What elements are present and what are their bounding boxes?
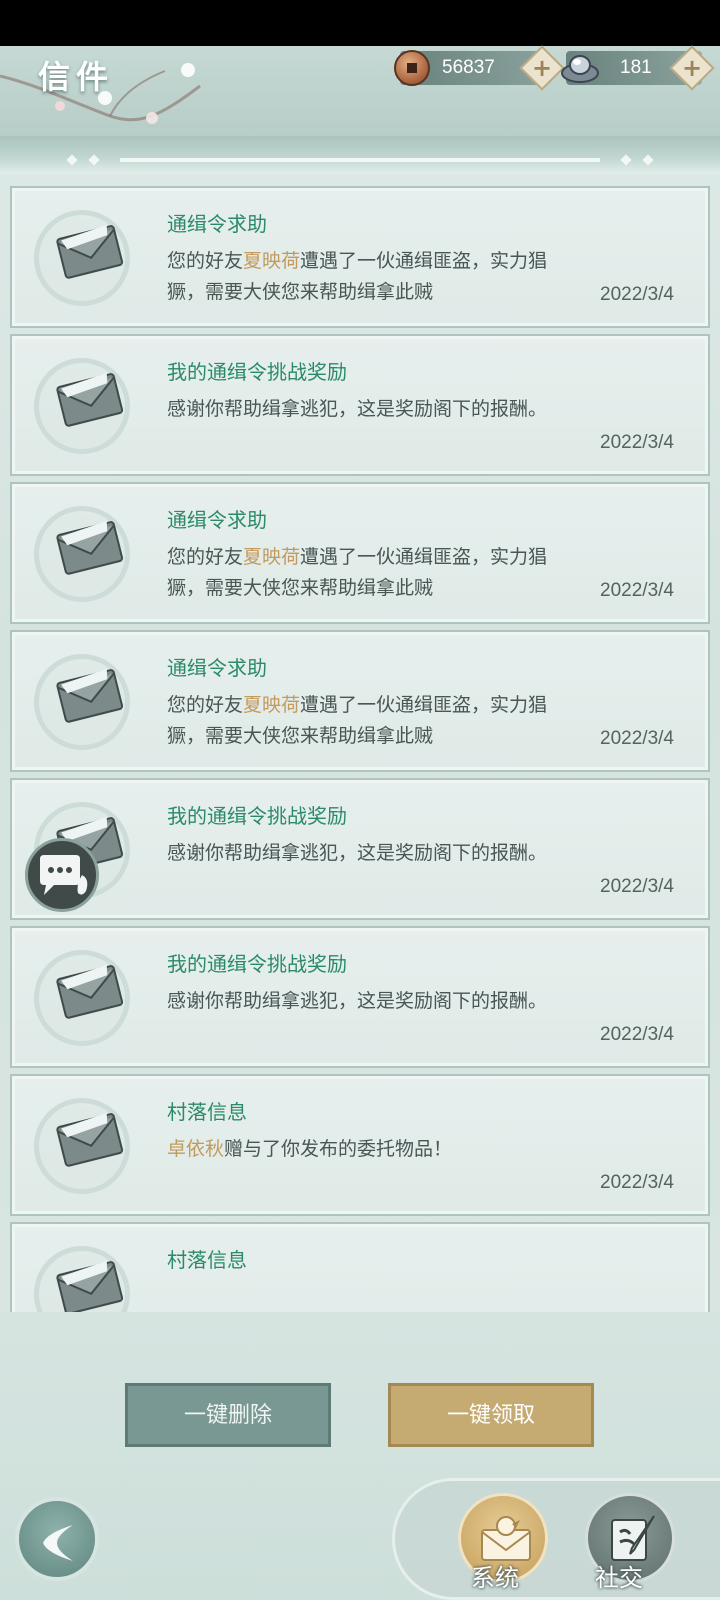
envelope-icon: [56, 965, 124, 1019]
mail-date: 2022/3/4: [600, 1024, 674, 1045]
back-button[interactable]: [15, 1497, 99, 1581]
mail-title: 通缉令求助: [167, 656, 267, 680]
plum-branch-decoration: [0, 63, 201, 124]
mail-body: 您的好友夏映荷遭遇了一伙通缉匪盗，实力猖獗，需要大侠您来帮助缉拿此贼: [167, 246, 567, 308]
mail-body: 感谢你帮助缉拿逃犯，这是奖励阁下的报酬。: [167, 394, 567, 425]
mail-title: 我的通缉令挑战奖励: [167, 952, 347, 976]
divider-ornament: [88, 154, 100, 166]
mail-title: 通缉令求助: [167, 508, 267, 532]
chat-icon: [40, 855, 88, 895]
mail-body-text: 感谢你帮助缉拿逃犯，这是奖励阁下的报酬。: [167, 842, 548, 864]
ingot-amount: 181: [620, 57, 652, 78]
friend-name: 夏映荷: [243, 546, 301, 568]
friend-name: 夏映荷: [243, 250, 301, 272]
envelope-icon: [56, 1261, 124, 1312]
mail-body-text: 感谢你帮助缉拿逃犯，这是奖励阁下的报酬。: [167, 990, 548, 1012]
mail-item[interactable]: 通缉令求助 您的好友夏映荷遭遇了一伙通缉匪盗，实力猖獗，需要大侠您来帮助缉拿此贼…: [10, 630, 710, 772]
mail-item[interactable]: 我的通缉令挑战奖励 感谢你帮助缉拿逃犯，这是奖励阁下的报酬。 2022/3/4: [10, 926, 710, 1068]
mail-item[interactable]: 村落信息 卓依秋赠与了你发布的委托物品！ 2022/3/4: [10, 1074, 710, 1216]
mail-title: 我的通缉令挑战奖励: [167, 804, 347, 828]
status-bar: [0, 0, 720, 46]
tab-social-label: 社交: [595, 1564, 643, 1592]
mail-date: 2022/3/4: [600, 432, 674, 453]
plus-icon: +: [681, 54, 703, 82]
divider-ornament: [642, 154, 654, 166]
mail-date: 2022/3/4: [600, 580, 674, 601]
silver-ingot-icon: [561, 55, 599, 83]
friend-name: 卓依秋: [167, 1138, 225, 1160]
copper-amount: 56837: [442, 57, 495, 78]
page-title: 信件: [38, 58, 115, 96]
mail-item[interactable]: 我的通缉令挑战奖励 感谢你帮助缉拿逃犯，这是奖励阁下的报酬。 2022/3/4: [10, 334, 710, 476]
envelope-icon: [56, 225, 124, 279]
mail-body-text: 您的好友: [167, 250, 244, 272]
envelope-icon: [56, 1113, 124, 1167]
mail-title: 我的通缉令挑战奖励: [167, 360, 347, 384]
mail-date: 2022/3/4: [600, 1172, 674, 1193]
mail-item[interactable]: 通缉令求助 您的好友夏映荷遭遇了一伙通缉匪盗，实力猖獗，需要大侠您来帮助缉拿此贼…: [10, 186, 710, 328]
copper-currency: 56837 +: [394, 45, 565, 91]
add-copper-button[interactable]: +: [519, 45, 565, 91]
mail-body: 感谢你帮助缉拿逃犯，这是奖励阁下的报酬。: [167, 986, 567, 1017]
mail-body: 感谢你帮助缉拿逃犯，这是奖励阁下的报酬。: [167, 838, 567, 869]
ingot-currency: 181 +: [561, 45, 715, 91]
mail-list[interactable]: 通缉令求助 您的好友夏映荷遭遇了一伙通缉匪盗，实力猖獗，需要大侠您来帮助缉拿此贼…: [10, 186, 710, 1312]
mail-item[interactable]: 通缉令求助 您的好友夏映荷遭遇了一伙通缉匪盗，实力猖獗，需要大侠您来帮助缉拿此贼…: [10, 482, 710, 624]
envelope-icon: [56, 669, 124, 723]
mail-item[interactable]: 我的通缉令挑战奖励 感谢你帮助缉拿逃犯，这是奖励阁下的报酬。 2022/3/4: [10, 778, 710, 920]
divider-ornament: [620, 154, 632, 166]
friend-name: 夏映荷: [243, 694, 301, 716]
mail-date: 2022/3/4: [600, 728, 674, 749]
floating-chat-button[interactable]: [25, 838, 99, 912]
back-arrow-icon: [43, 1525, 73, 1561]
mail-title: 村落信息: [167, 1248, 247, 1272]
mail-body-text: 您的好友: [167, 694, 244, 716]
mail-title: 村落信息: [167, 1100, 247, 1124]
header-divider-band: [0, 136, 720, 174]
add-ingot-button[interactable]: +: [669, 45, 715, 91]
envelope-icon: [56, 521, 124, 575]
mail-date: 2022/3/4: [600, 876, 674, 897]
mail-body: 卓依秋赠与了你发布的委托物品！: [167, 1134, 567, 1165]
divider-ornament: [66, 154, 78, 166]
header: 信件 56837 + 181 +: [0, 45, 720, 136]
mail-item[interactable]: 村落信息: [10, 1222, 710, 1312]
mail-date: 2022/3/4: [600, 284, 674, 305]
envelope-icon: [56, 373, 124, 427]
plus-icon: +: [531, 54, 553, 82]
mail-body-text: 感谢你帮助缉拿逃犯，这是奖励阁下的报酬。: [167, 398, 548, 420]
claim-all-button[interactable]: 一键领取: [388, 1383, 594, 1447]
divider-line: [120, 158, 600, 162]
mail-title: 通缉令求助: [167, 212, 267, 236]
copper-coin-icon: [394, 50, 430, 86]
mail-body-text: 赠与了你发布的委托物品！: [224, 1138, 453, 1160]
mail-body-text: 您的好友: [167, 546, 244, 568]
mail-body: 您的好友夏映荷遭遇了一伙通缉匪盗，实力猖獗，需要大侠您来帮助缉拿此贼: [167, 690, 567, 752]
mail-body: 您的好友夏映荷遭遇了一伙通缉匪盗，实力猖獗，需要大侠您来帮助缉拿此贼: [167, 542, 567, 604]
tab-system-label: 系统: [471, 1564, 519, 1592]
delete-all-button[interactable]: 一键删除: [125, 1383, 331, 1447]
system-mail-icon: [481, 1516, 531, 1561]
